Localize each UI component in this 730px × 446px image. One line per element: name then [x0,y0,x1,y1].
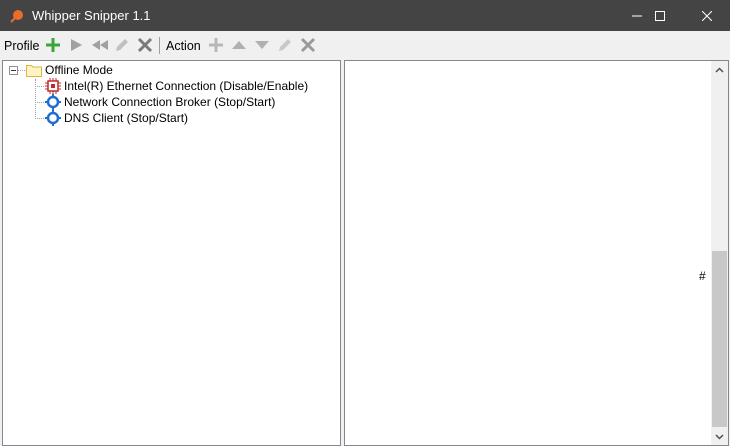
scroll-thumb[interactable] [712,251,727,427]
tree-item-label: Network Connection Broker (Stop/Start) [64,95,276,109]
maximize-button[interactable] [637,0,683,31]
tree-node-offline-mode[interactable]: Offline Mode [9,62,113,78]
toolbar-separator [159,37,160,54]
title-bar: Whipper Snipper 1.1 [0,0,730,31]
close-button[interactable] [684,0,730,31]
profile-label: Profile [4,38,40,53]
chevron-up-icon [715,66,724,73]
window-title: Whipper Snipper 1.1 [32,8,151,23]
chevron-down-icon [715,433,724,440]
run-profile-button[interactable] [68,35,84,55]
delete-x-icon [137,37,153,53]
rewind-icon [92,40,108,50]
edit-action-button[interactable] [277,35,293,55]
output-marker: # [699,269,706,283]
plus-icon [209,38,223,52]
triangle-up-icon [232,41,246,49]
pencil-icon [116,39,128,51]
add-profile-button[interactable] [45,35,61,55]
delete-profile-button[interactable] [137,35,153,55]
app-icon [10,10,23,23]
delete-x-icon [300,37,316,53]
output-panel[interactable]: # [344,60,729,446]
move-down-button[interactable] [254,35,270,55]
scroll-up-button[interactable] [711,61,728,78]
revert-profile-button[interactable] [91,35,109,55]
service-gear-icon [45,94,61,110]
tree-item-ethernet[interactable]: Intel(R) Ethernet Connection (Disable/En… [45,78,308,94]
tree-connector [35,118,44,120]
scroll-down-button[interactable] [711,428,728,445]
vertical-scrollbar[interactable] [711,61,728,445]
folder-icon [26,65,42,77]
action-label: Action [166,38,201,53]
add-action-button[interactable] [208,35,224,55]
delete-action-button[interactable] [300,35,316,55]
maximize-icon [655,10,665,21]
tree-connector [35,102,44,104]
tree-item-dns-client[interactable]: DNS Client (Stop/Start) [45,110,188,126]
tree-node-label: Offline Mode [45,63,113,77]
pencil-icon [279,39,291,51]
close-icon [702,10,712,21]
collapse-icon[interactable] [9,65,18,75]
move-up-button[interactable] [231,35,247,55]
triangle-down-icon [255,41,269,49]
tree-connector [35,86,44,88]
service-gear-icon [45,110,61,126]
profile-tree[interactable]: Offline Mode Intel(R) Ethernet Connectio… [2,60,341,446]
play-icon [71,39,82,51]
tree-item-network-broker[interactable]: Network Connection Broker (Stop/Start) [45,94,275,110]
tree-item-label: DNS Client (Stop/Start) [64,111,189,125]
network-adapter-icon [45,78,61,94]
toolbar: Profile Action [0,31,730,60]
plus-icon [46,38,60,52]
tree-item-label: Intel(R) Ethernet Connection (Disable/En… [64,79,309,93]
edit-profile-button[interactable] [114,35,130,55]
tree-connector [35,79,37,119]
